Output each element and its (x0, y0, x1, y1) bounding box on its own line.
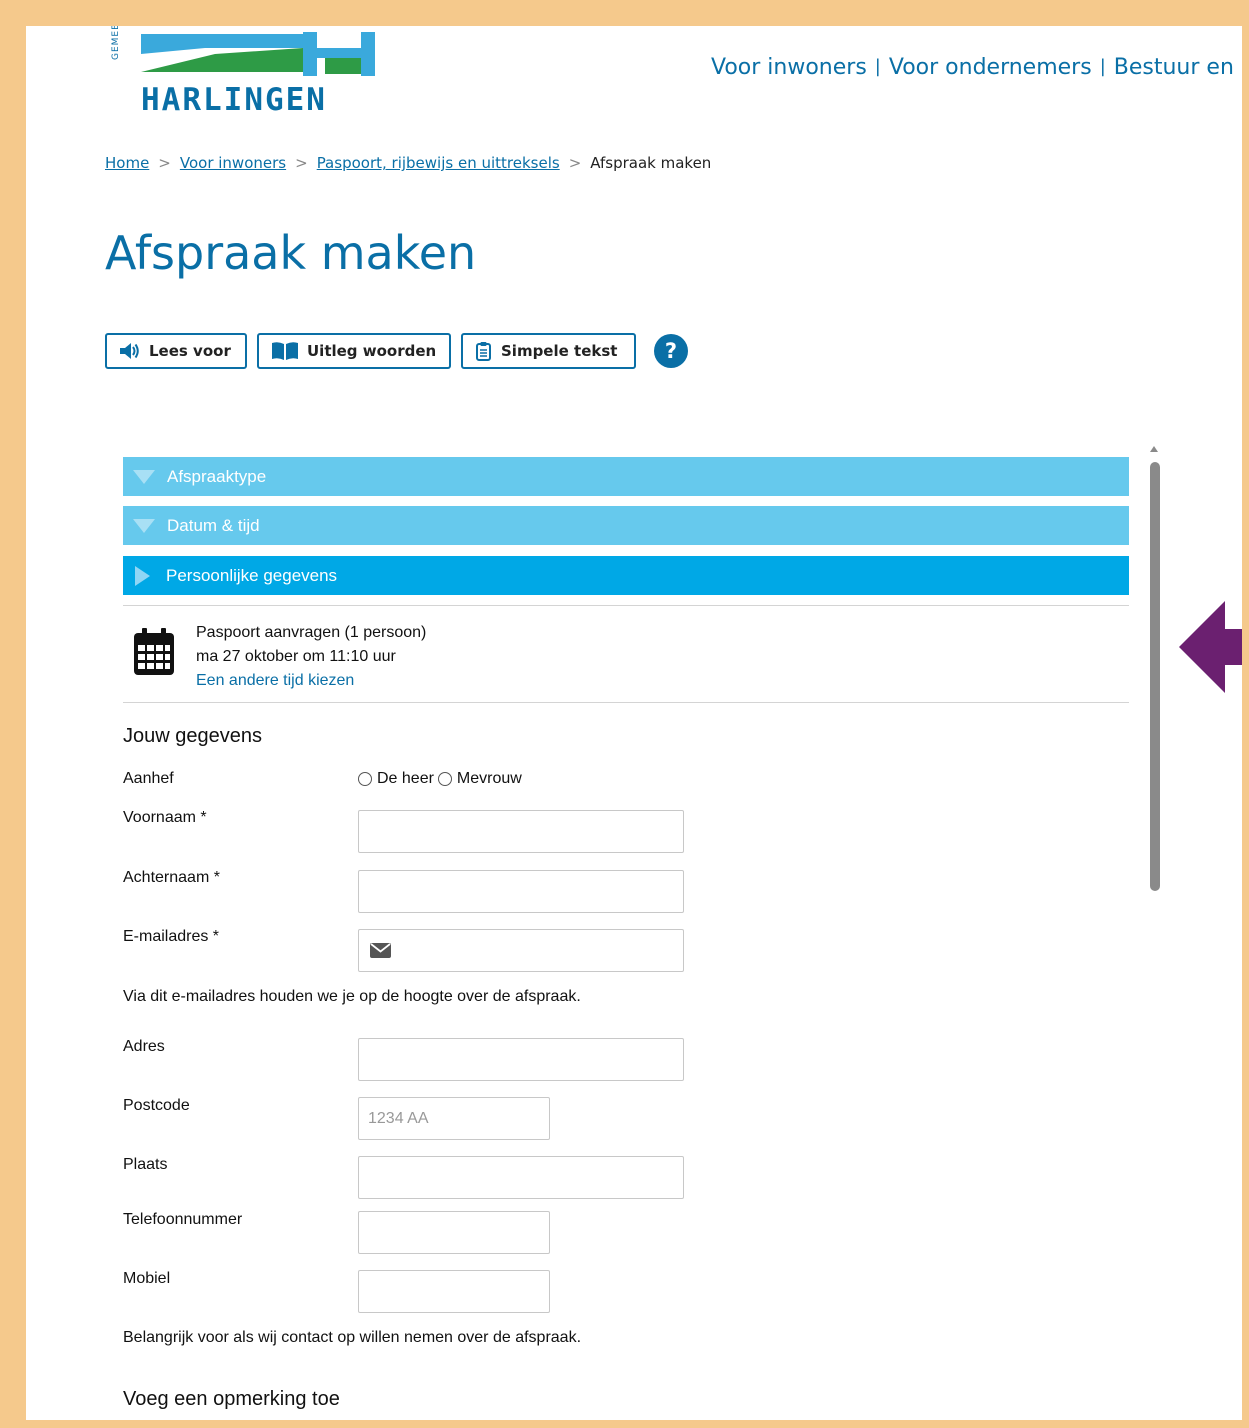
radio-de-heer-label[interactable]: De heer (377, 770, 434, 788)
aanhef-radio-group: De heer Mevrouw (358, 770, 522, 788)
triangle-down-icon (133, 469, 155, 484)
change-time-link[interactable]: Een andere tijd kiezen (196, 672, 354, 689)
chevron-right-icon: > (295, 154, 308, 172)
chevron-right-icon: > (568, 154, 582, 172)
adres-label: Adres (123, 1038, 165, 1055)
breadcrumb-paspoort[interactable]: Paspoort, rijbewijs en uittreksels (317, 154, 560, 172)
nav-separator: | (874, 56, 881, 77)
read-aloud-button[interactable]: Lees voor (105, 333, 247, 369)
appointment-frame: Afspraaktype Datum & tijd Persoonlijke g… (123, 446, 1163, 1420)
plaats-input[interactable] (358, 1156, 684, 1199)
email-label: E-mailadres * (123, 928, 220, 945)
step-afspraaktype[interactable]: Afspraaktype (123, 457, 1129, 496)
logo-gemeente-text: GEMEENTE (111, 26, 121, 60)
nav-voor-ondernemers[interactable]: Voor ondernemers (889, 55, 1092, 80)
nav-separator: | (1099, 56, 1106, 77)
postcode-input[interactable] (358, 1097, 550, 1140)
step-datum-tijd[interactable]: Datum & tijd (123, 506, 1129, 545)
nav-voor-inwoners[interactable]: Voor inwoners (711, 55, 867, 80)
adres-input[interactable] (358, 1038, 684, 1081)
book-icon (272, 342, 298, 360)
arrow-left-icon (1179, 601, 1242, 693)
top-navigation: Voor inwoners | Voor ondernemers | Bestuur e… (711, 55, 1234, 80)
step-label: Datum & tijd (167, 515, 260, 535)
section-jouw-gegevens: Jouw gegevens (123, 725, 262, 747)
appointment-summary: Paspoort aanvragen (1 persoon) ma 27 okt… (123, 605, 1129, 703)
aanhef-label: Aanhef (123, 770, 174, 787)
telefoon-label: Telefoonnummer (123, 1211, 243, 1228)
triangle-right-icon (135, 565, 150, 586)
speaker-icon (120, 343, 139, 359)
scrollbar-thumb[interactable] (1150, 462, 1160, 891)
breadcrumb: Home > Voor inwoners > Paspoort, rijbewijs e… (105, 154, 711, 172)
plaats-label: Plaats (123, 1156, 168, 1173)
email-field[interactable] (358, 929, 684, 973)
radio-mevrouw-label[interactable]: Mevrouw (457, 770, 522, 788)
simple-text-button[interactable]: Simpele tekst (461, 333, 636, 369)
harlingen-logo[interactable]: GEMEENTE HARLINGEN (111, 26, 375, 118)
achternaam-label: Achternaam * (123, 869, 220, 886)
telefoon-input[interactable] (358, 1211, 550, 1254)
radio-mevrouw[interactable] (437, 772, 452, 786)
voornaam-label: Voornaam * (123, 809, 207, 826)
email-note: Via dit e-mailadres houden we je op de h… (123, 988, 581, 1005)
page: GEMEENTE HARLINGEN Voor inwoners | Voor on… (26, 26, 1242, 1420)
nav-bestuur[interactable]: Bestuur en (1114, 55, 1234, 80)
step-label: Afspraaktype (167, 466, 267, 486)
logo-graphic (141, 32, 375, 76)
breadcrumb-current: Afspraak maken (590, 154, 712, 172)
mobiel-input[interactable] (358, 1270, 550, 1313)
step-label: Persoonlijke gegevens (166, 565, 338, 585)
page-title: Afspraak maken (105, 226, 477, 280)
postcode-label: Postcode (123, 1097, 190, 1114)
summary-text: Paspoort aanvragen (1 persoon) ma 27 okt… (196, 621, 426, 693)
scroll-up-arrow-icon[interactable] (1150, 446, 1158, 452)
breadcrumb-voor-inwoners[interactable]: Voor inwoners (180, 154, 286, 172)
envelope-icon (370, 943, 391, 958)
summary-product: Paspoort aanvragen (1 persoon) (196, 624, 427, 641)
triangle-down-icon (133, 518, 155, 533)
explain-words-label: Uitleg woorden (307, 342, 437, 360)
help-button[interactable]: ? (654, 334, 688, 368)
phone-note: Belangrijk voor als wij contact op wille… (123, 1329, 582, 1346)
logo-wordmark: HARLINGEN (141, 82, 327, 118)
chevron-right-icon: > (158, 154, 171, 172)
readspeaker-toolbar: Lees voor Uitleg woorden Simpele tekst ? (105, 333, 688, 369)
email-input[interactable] (399, 930, 683, 973)
summary-datetime: ma 27 oktober om 11:10 uur (196, 648, 396, 665)
simple-text-label: Simpele tekst (501, 342, 618, 360)
calendar-icon (134, 628, 174, 675)
radio-de-heer[interactable] (358, 772, 372, 786)
breadcrumb-home[interactable]: Home (105, 154, 149, 172)
step-persoonlijke-gegevens[interactable]: Persoonlijke gegevens (123, 556, 1129, 595)
mobiel-label: Mobiel (123, 1270, 171, 1287)
achternaam-input[interactable] (358, 870, 684, 913)
clipboard-icon (476, 342, 491, 361)
voornaam-input[interactable] (358, 810, 684, 853)
section-opmerking: Voeg een opmerking toe (123, 1388, 340, 1410)
explain-words-button[interactable]: Uitleg woorden (257, 333, 451, 369)
read-aloud-label: Lees voor (149, 342, 231, 360)
